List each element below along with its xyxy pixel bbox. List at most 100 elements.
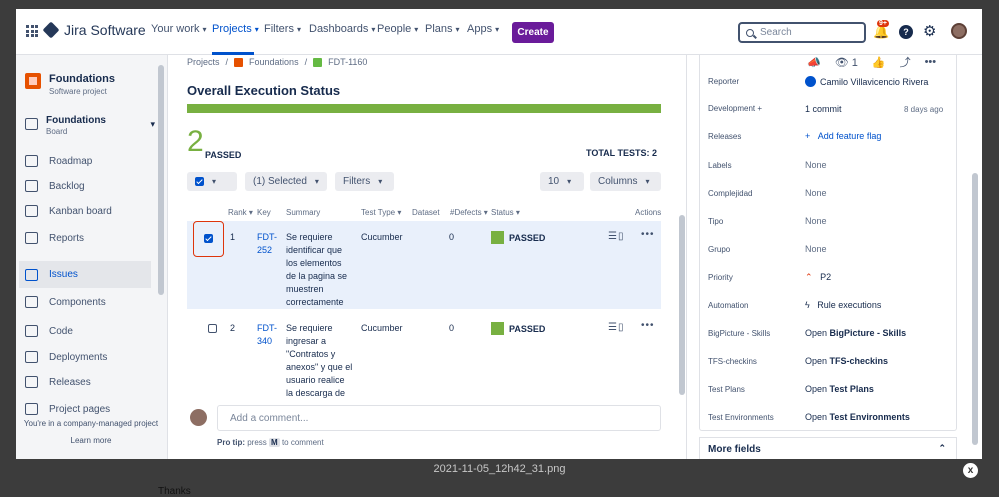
more-actions-icon[interactable]: ••• <box>641 320 655 331</box>
sidebar-item-components[interactable]: Components <box>25 292 151 312</box>
jira-logo[interactable]: Jira Software <box>42 21 146 39</box>
sidebar-item-deployments[interactable]: Deployments <box>25 347 151 367</box>
tipo-value[interactable]: None <box>805 216 827 226</box>
pages-icon <box>25 403 38 415</box>
automation-rule-executions[interactable]: ϟ Rule executions <box>805 300 881 310</box>
priority-value[interactable]: ⌃ P2 <box>805 272 831 283</box>
project-header[interactable]: Foundations Software project <box>25 73 115 96</box>
field-label: Labels <box>708 161 732 170</box>
sidebar-item-roadmap[interactable]: Roadmap <box>25 151 151 171</box>
nav-plans[interactable]: Plans ▾ <box>425 23 460 35</box>
image-filename: 2021-11-05_12h42_31.png <box>433 463 566 475</box>
details-scrollbar[interactable] <box>971 55 979 445</box>
board-selector[interactable]: Foundations Board ▾ <box>25 115 155 136</box>
sidebar-item-kanban-board[interactable]: Kanban board <box>25 201 151 221</box>
scrollbar-thumb[interactable] <box>679 215 685 395</box>
open-test-plans-link[interactable]: Open Test Plans <box>805 384 874 394</box>
sidebar-footer: You're in a company-managed project Lear… <box>16 415 166 449</box>
comment-input[interactable]: Add a comment... <box>217 405 661 431</box>
breadcrumb-foundations[interactable]: Foundations <box>249 57 299 67</box>
create-button[interactable]: Create <box>512 22 554 43</box>
development-commit-link[interactable]: 1 commit <box>805 104 842 114</box>
row-checkbox[interactable] <box>204 234 213 243</box>
grupo-value[interactable]: None <box>805 244 827 254</box>
help-icon[interactable]: ? <box>899 25 913 39</box>
search-input[interactable]: Search <box>738 22 866 43</box>
breadcrumb-issue-key[interactable]: FDT-1160 <box>328 57 367 67</box>
column-header-test-type[interactable]: Test Type ▾ <box>361 208 401 217</box>
lightning-icon: ϟ <box>805 300 810 310</box>
columns-dropdown[interactable]: Columns ▾ <box>590 172 661 191</box>
row-checkbox[interactable] <box>208 324 217 333</box>
column-header-defects[interactable]: #Defects ▾ <box>450 208 488 217</box>
sidebar-item-code[interactable]: Code <box>25 321 151 341</box>
scrollbar-thumb[interactable] <box>158 65 164 295</box>
row-key-link[interactable]: FDT-252 <box>257 231 279 257</box>
more-fields-toggle[interactable]: More fields ⌃ <box>699 437 957 459</box>
chevron-down-icon: ▾ <box>296 24 301 34</box>
row-key-link[interactable]: FDT-340 <box>257 322 279 348</box>
chevron-down-icon: ▾ <box>567 177 572 186</box>
close-viewer-button[interactable]: x <box>963 463 978 478</box>
column-header-actions: Actions <box>635 208 662 217</box>
kanban-icon <box>25 205 38 217</box>
chevron-down-icon: ▾ <box>378 177 383 186</box>
add-icon[interactable]: + <box>757 104 762 113</box>
page-size-dropdown[interactable]: 10 ▾ <box>540 172 584 191</box>
sidebar-scrollbar[interactable] <box>157 55 165 405</box>
nav-filters[interactable]: Filters ▾ <box>264 23 301 35</box>
nav-people[interactable]: People ▾ <box>377 23 418 35</box>
row-test-type: Cucumber <box>361 323 403 333</box>
reporter-value[interactable]: Camilo Villavicencio Rivera <box>805 76 928 87</box>
learn-more-link[interactable]: Learn more <box>16 432 166 449</box>
sidebar-item-releases[interactable]: Releases <box>25 372 151 392</box>
breadcrumb-projects[interactable]: Projects <box>187 57 220 67</box>
test-execution-icon <box>313 57 323 67</box>
add-feature-flag-button[interactable]: + Add feature flag <box>805 131 881 141</box>
settings-gear-icon[interactable]: ⚙ <box>923 22 936 40</box>
selected-dropdown[interactable]: (1) Selected ▾ <box>245 172 327 191</box>
status-color-swatch <box>491 322 504 335</box>
sidebar-item-backlog[interactable]: Backlog <box>25 176 151 196</box>
sidebar-item-reports[interactable]: Reports <box>25 228 151 248</box>
passed-count: 2 <box>187 125 204 158</box>
main-scrollbar[interactable] <box>678 215 686 395</box>
column-header-status[interactable]: Status ▾ <box>491 208 520 217</box>
nav-your-work[interactable]: Your work ▾ <box>151 23 207 35</box>
chevron-down-icon: ▾ <box>371 24 376 34</box>
nav-dashboards[interactable]: Dashboards ▾ <box>309 23 375 35</box>
nav-projects[interactable]: Projects ▾ <box>212 23 259 35</box>
row-summary: Se requiere ingresar a "Contratos y anex… <box>286 323 353 402</box>
chevron-down-icon: ▾ <box>455 24 460 34</box>
app-switcher-icon[interactable] <box>26 25 38 37</box>
code-icon <box>25 325 38 337</box>
details-box: Reporter Camilo Villavicencio Rivera Dev… <box>699 55 957 431</box>
row-test-type: Cucumber <box>361 232 403 242</box>
column-header-rank[interactable]: Rank ▾ <box>228 208 253 217</box>
open-bigpicture-link[interactable]: Open BigPicture - Skills <box>805 328 906 338</box>
filters-dropdown[interactable]: Filters ▾ <box>335 172 394 191</box>
more-actions-icon[interactable]: ••• <box>641 229 655 240</box>
issues-icon <box>25 268 38 281</box>
components-icon <box>25 296 38 308</box>
column-header-key[interactable]: Key <box>257 208 271 217</box>
scrollbar-thumb[interactable] <box>972 173 978 445</box>
open-tfs-checkins-link[interactable]: Open TFS-checkins <box>805 356 888 366</box>
nav-apps[interactable]: Apps ▾ <box>467 23 499 35</box>
labels-value[interactable]: None <box>805 160 827 170</box>
field-label: Grupo <box>708 245 731 254</box>
open-test-environments-link[interactable]: Open Test Environments <box>805 412 910 422</box>
column-header-summary[interactable]: Summary <box>286 208 320 217</box>
bulk-select-dropdown[interactable]: ▾ <box>187 172 237 191</box>
chevron-down-icon: ▾ <box>645 177 650 186</box>
sidebar-item-issues[interactable]: Issues <box>19 261 151 288</box>
notifications-icon[interactable]: 🔔 9+ <box>873 20 889 39</box>
user-avatar[interactable] <box>951 23 967 39</box>
chevron-down-icon: ▾ <box>202 24 207 34</box>
checkbox-icon <box>195 177 204 186</box>
complejidad-value[interactable]: None <box>805 188 827 198</box>
execute-icon[interactable]: ☰▯ <box>608 231 624 242</box>
column-header-dataset[interactable]: Dataset <box>412 208 440 217</box>
row-defects: 0 <box>449 323 455 333</box>
execute-icon[interactable]: ☰▯ <box>608 322 624 333</box>
